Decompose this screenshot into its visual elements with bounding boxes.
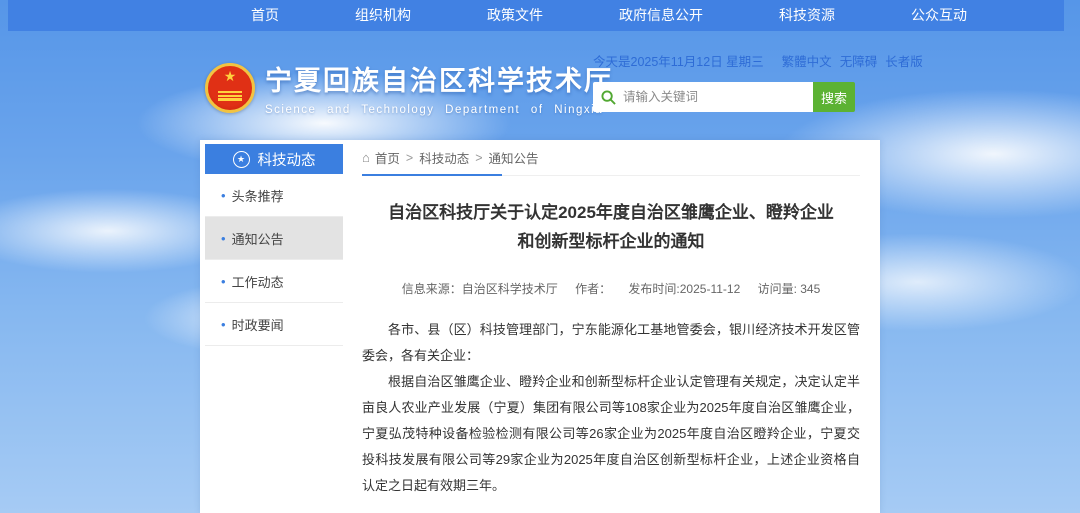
site-subtitle: Science and Technology Department of Nin… (265, 104, 613, 116)
site-brand[interactable]: ★ 宁夏回族自治区科学技术厅 Science and Technology De… (205, 59, 613, 116)
article-paragraph: 根据自治区雏鹰企业、瞪羚企业和创新型标杆企业认定管理有关规定，决定认定半亩良人农… (362, 369, 860, 499)
article-body: 各市、县（区）科技管理部门，宁东能源化工基地管委会，银川经济技术开发区管委会，各… (362, 317, 860, 499)
meta-author: 作者： (575, 282, 611, 296)
top-navigation: 首页 组织机构 政策文件 政府信息公开 科技资源 公众互动 (8, 0, 1064, 31)
breadcrumb-home[interactable]: 首页 (375, 148, 400, 167)
link-elder-version[interactable]: 长者版 (885, 51, 923, 70)
current-date: 今天是2025年11月12日 星期三 (593, 51, 764, 70)
article-content-area: ⌂ 首页 > 科技动态 > 通知公告 自治区科技厅关于认定2025年度自治区雏鹰… (346, 140, 880, 513)
search-box (593, 82, 813, 112)
breadcrumb-sci-news[interactable]: 科技动态 (419, 148, 469, 167)
nav-item-sci-resources[interactable]: 科技资源 (741, 0, 873, 31)
article-title: 自治区科技厅关于认定2025年度自治区雏鹰企业、瞪羚企业 和创新型标杆企业的通知 (362, 198, 860, 256)
meta-source: 信息来源：自治区科学技术厅 (402, 282, 558, 296)
header-utilities: 今天是2025年11月12日 星期三 繁體中文 无障碍 长者版 搜索 (593, 51, 873, 112)
bullet-icon: • (221, 274, 226, 289)
sci-news-icon: ★ (233, 151, 250, 168)
national-emblem-logo: ★ (205, 63, 255, 113)
meta-publish-date: 发布时间:2025-11-12 (628, 282, 740, 296)
meta-visits: 访问量: 345 (758, 282, 821, 296)
sidebar-item-notices[interactable]: • 通知公告 (205, 217, 343, 260)
bullet-icon: • (221, 188, 226, 203)
site-title: 宁夏回族自治区科学技术厅 (265, 59, 613, 98)
article-meta: 信息来源：自治区科学技术厅 作者： 发布时间:2025-11-12 访问量: 3… (362, 280, 860, 297)
search-button[interactable]: 搜索 (813, 82, 855, 112)
sidebar-item-politics-news[interactable]: • 时政要闻 (205, 303, 343, 346)
article-paragraph: 各市、县（区）科技管理部门，宁东能源化工基地管委会，银川经济技术开发区管委会，各… (362, 317, 860, 369)
bullet-icon: • (221, 317, 226, 332)
bullet-icon: • (221, 231, 226, 246)
home-icon: ⌂ (362, 150, 370, 165)
site-header: ★ 宁夏回族自治区科学技术厅 Science and Technology De… (0, 31, 1080, 140)
sidebar-item-work-news[interactable]: • 工作动态 (205, 260, 343, 303)
nav-item-organization[interactable]: 组织机构 (317, 0, 449, 31)
sidebar-title: 科技动态 (258, 149, 316, 170)
breadcrumb-notices[interactable]: 通知公告 (489, 148, 539, 167)
nav-item-policy[interactable]: 政策文件 (449, 0, 581, 31)
main-panel: ★ 科技动态 • 头条推荐 • 通知公告 • 工作动态 • 时政要闻 ⌂ 首页 … (200, 140, 880, 513)
link-traditional-chinese[interactable]: 繁體中文 (782, 51, 832, 70)
nav-item-public-interaction[interactable]: 公众互动 (873, 0, 1005, 31)
search-input[interactable] (623, 90, 805, 104)
sidebar-item-headlines[interactable]: • 头条推荐 (205, 174, 343, 217)
breadcrumb: ⌂ 首页 > 科技动态 > 通知公告 (362, 140, 860, 176)
search-icon (601, 90, 616, 105)
link-accessibility[interactable]: 无障碍 (840, 51, 878, 70)
nav-item-gov-info[interactable]: 政府信息公开 (581, 0, 741, 31)
sidebar-header: ★ 科技动态 (205, 144, 343, 174)
sidebar: ★ 科技动态 • 头条推荐 • 通知公告 • 工作动态 • 时政要闻 (200, 140, 346, 513)
nav-item-home[interactable]: 首页 (213, 0, 317, 31)
